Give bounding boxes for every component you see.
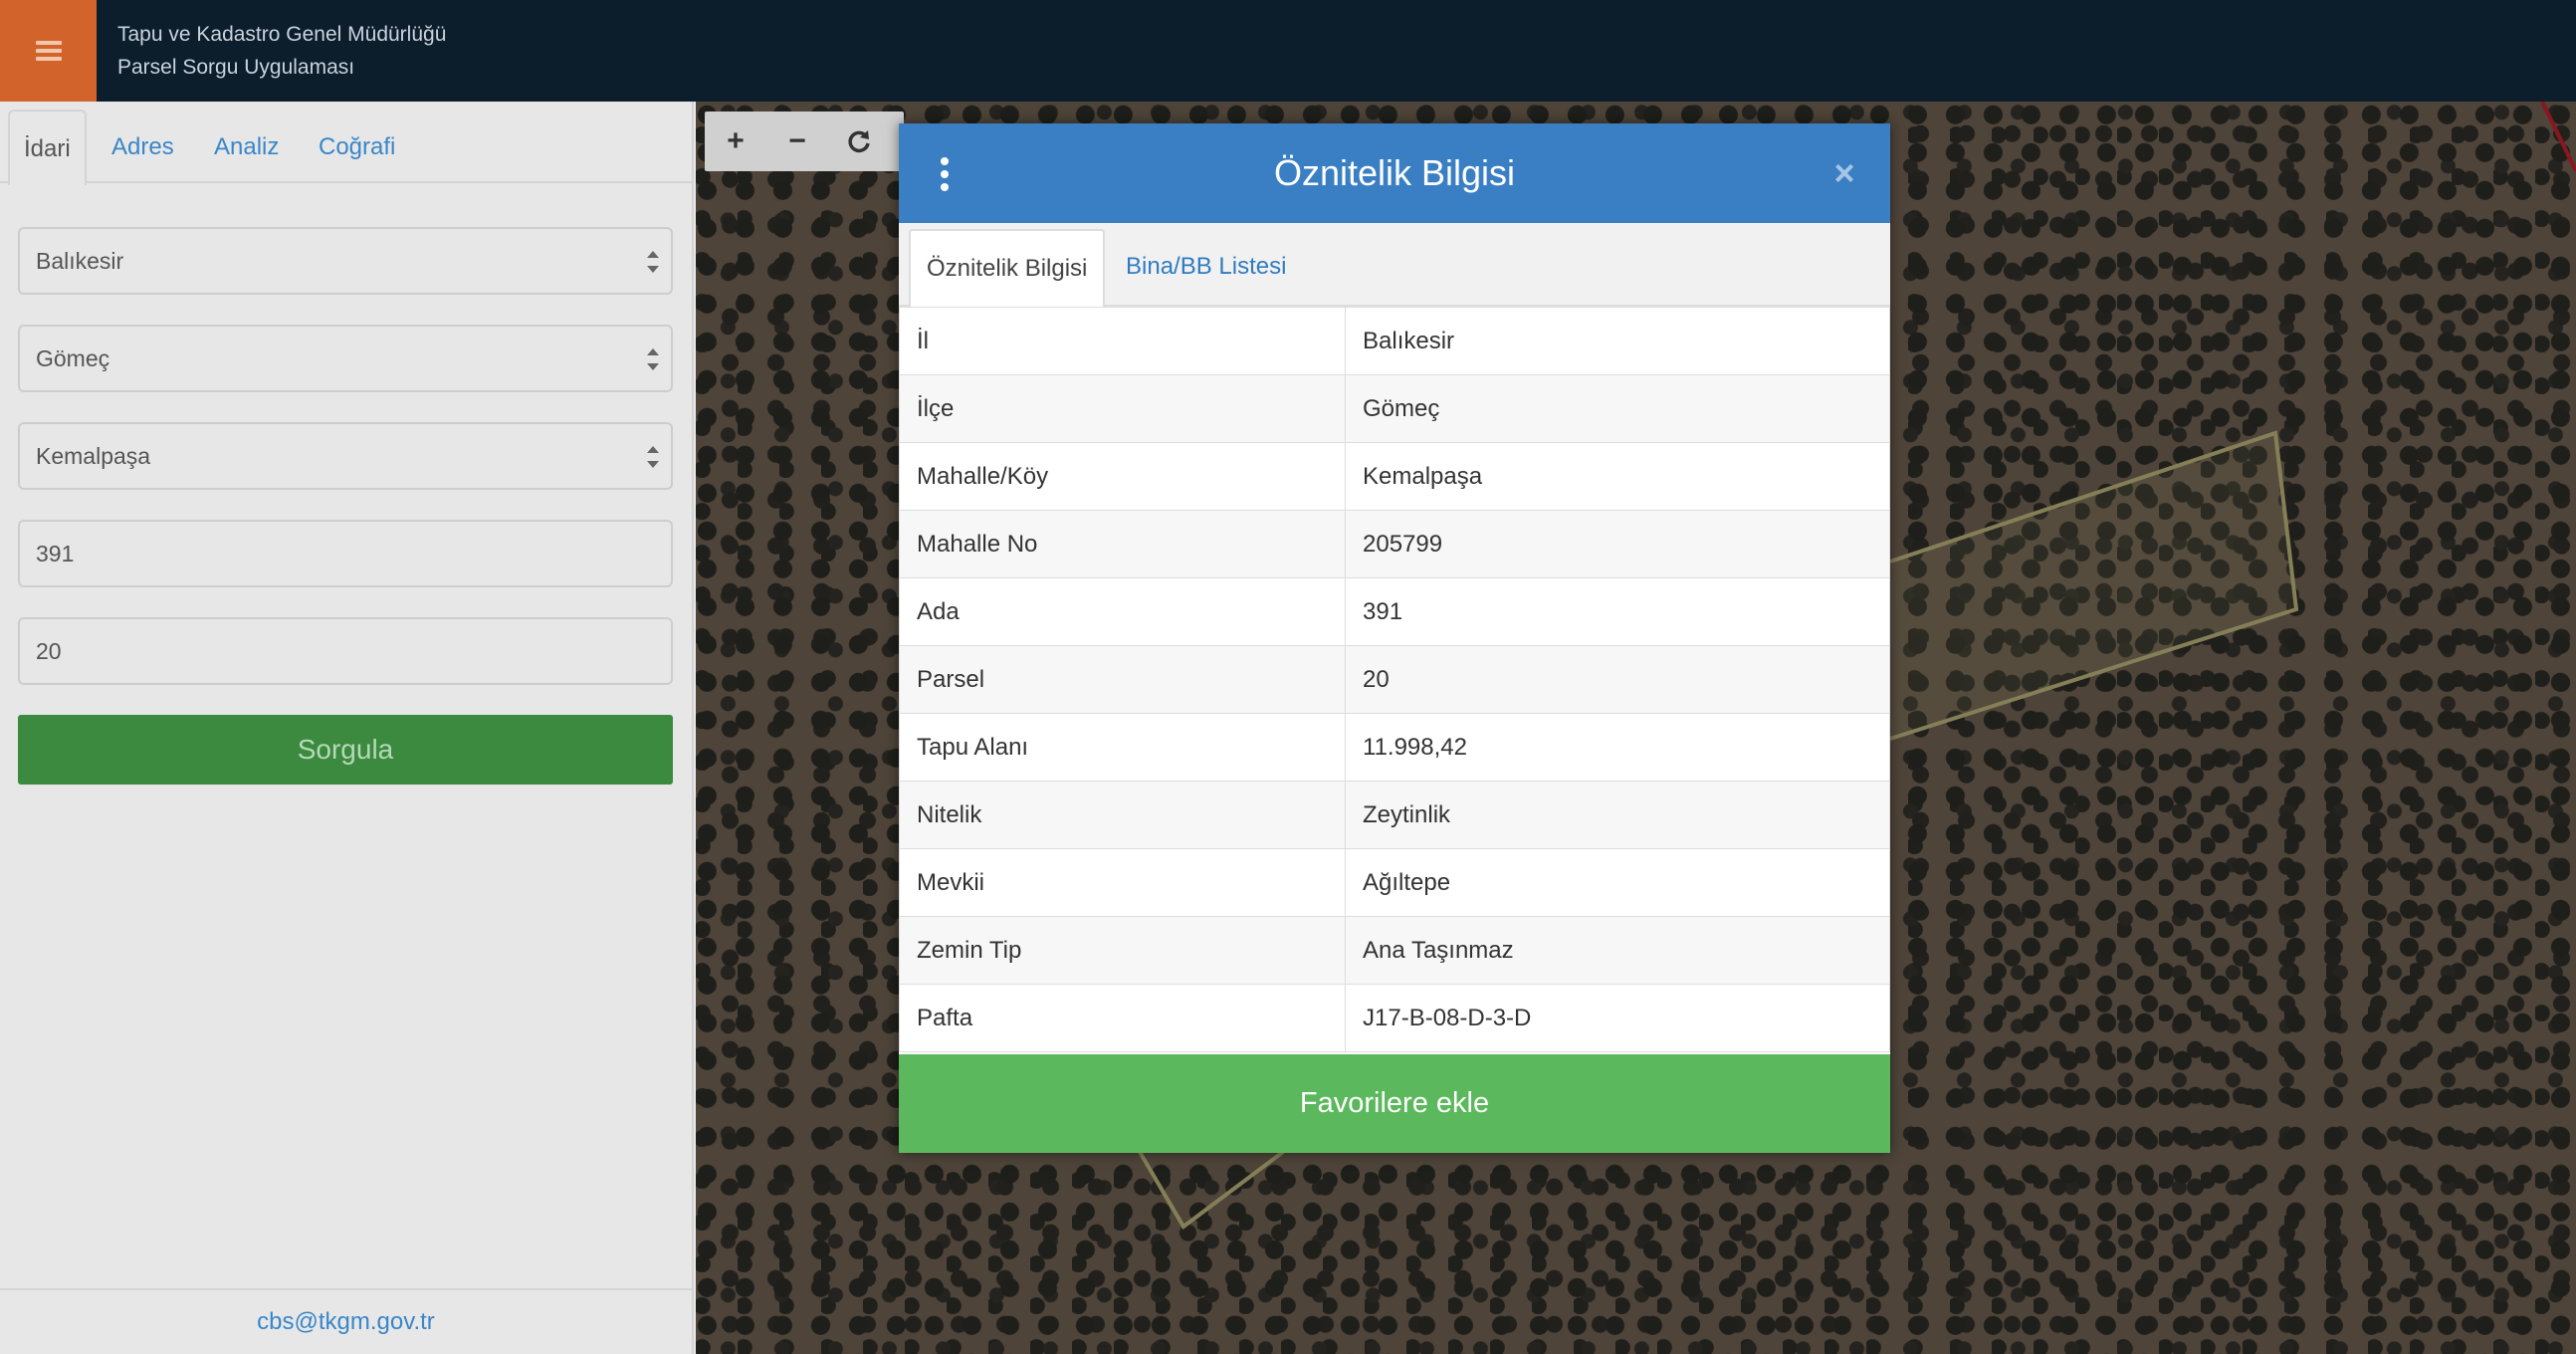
app-title-line1: Tapu ve Kadastro Genel Müdürlüğü (117, 23, 447, 46)
il-select[interactable]: Balıkesir (18, 227, 673, 295)
table-row: Nitelik Zeytinlik (899, 781, 1890, 849)
table-row: Zemin Tip Ana Taşınmaz (899, 916, 1890, 985)
dialog-title: Öznitelik Bilgisi (1273, 152, 1516, 193)
attribute-value: 205799 (1345, 510, 1890, 578)
app-title-line2: Parsel Sorgu Uygulaması (117, 56, 355, 79)
contact-email-link[interactable]: cbs@tkgm.gov.tr (0, 1288, 692, 1354)
mahalle-select-value: Kemalpaşa (36, 443, 151, 469)
add-to-favorites-button[interactable]: Favorilere ekle (899, 1054, 1890, 1153)
kebab-menu-icon[interactable] (941, 157, 949, 191)
menu-button[interactable] (0, 0, 97, 102)
app-title: Tapu ve Kadastro Genel Müdürlüğü Parsel … (117, 18, 446, 84)
attribute-value: Zeytinlik (1345, 781, 1890, 849)
attribute-key: Parsel (899, 645, 1346, 714)
il-select-value: Balıkesir (36, 248, 124, 274)
attribute-dialog: Öznitelik Bilgisi × Öznitelik Bilgisi Bi… (899, 123, 1890, 1153)
tab-adres[interactable]: Adres (111, 110, 174, 185)
attribute-value: Balıkesir (1345, 307, 1890, 375)
close-icon[interactable]: × (1825, 153, 1864, 193)
parsel-input[interactable] (18, 617, 673, 685)
attribute-key: Mahalle/Köy (899, 442, 1346, 511)
query-sidebar: İdari Adres Analiz Coğrafi Balıkesir Göm… (0, 102, 694, 1354)
attribute-key: Tapu Alanı (899, 713, 1346, 782)
table-row: Mahalle/Köy Kemalpaşa (899, 442, 1890, 511)
tab-cografi[interactable]: Coğrafi (319, 110, 395, 185)
table-row: Parsel 20 (899, 645, 1890, 714)
hamburger-icon (35, 41, 62, 61)
app-header: Tapu ve Kadastro Genel Müdürlüğü Parsel … (0, 0, 2576, 102)
ilce-select[interactable]: Gömeç (18, 325, 673, 392)
attribute-key: İlçe (899, 374, 1346, 443)
attribute-key: Mevkii (899, 848, 1346, 917)
ilce-select-value: Gömeç (36, 345, 110, 371)
refresh-button[interactable] (828, 112, 890, 171)
table-row: Tapu Alanı 11.998,42 (899, 713, 1890, 782)
attribute-value: 391 (1345, 577, 1890, 646)
attribute-value: Ana Taşınmaz (1345, 916, 1890, 985)
tab-analiz[interactable]: Analiz (214, 110, 279, 185)
dialog-tabs: Öznitelik Bilgisi Bina/BB Listesi (899, 223, 1890, 307)
tab-bina-bb-listesi[interactable]: Bina/BB Listesi (1126, 229, 1286, 307)
refresh-icon (848, 130, 870, 153)
table-row: Pafta J17-B-08-D-3-D (899, 984, 1890, 1052)
attribute-value: 20 (1345, 645, 1890, 714)
select-arrows-icon (647, 446, 659, 468)
ada-input[interactable] (18, 520, 673, 587)
sidebar-tabs: İdari Adres Analiz Coğrafi (0, 102, 692, 185)
attribute-key: Mahalle No (899, 510, 1346, 578)
map-toolbar: + − (705, 112, 904, 171)
attribute-key: Zemin Tip (899, 916, 1346, 985)
table-row: Mahalle No 205799 (899, 510, 1890, 578)
table-row: Ada 391 (899, 577, 1890, 646)
table-row: İl Balıkesir (899, 307, 1890, 375)
dialog-header: Öznitelik Bilgisi × (899, 123, 1890, 223)
attribute-key: Nitelik (899, 781, 1346, 849)
attribute-value: Ağıltepe (1345, 848, 1890, 917)
sorgula-button[interactable]: Sorgula (18, 715, 673, 785)
attribute-key: Ada (899, 577, 1346, 646)
table-row: İlçe Gömeç (899, 374, 1890, 443)
select-arrows-icon (647, 251, 659, 273)
zoom-out-button[interactable]: − (766, 112, 828, 171)
zoom-in-button[interactable]: + (705, 112, 766, 171)
attribute-value: Gömeç (1345, 374, 1890, 443)
select-arrows-icon (647, 348, 659, 370)
attribute-value: Kemalpaşa (1345, 442, 1890, 511)
mahalle-select[interactable]: Kemalpaşa (18, 422, 673, 490)
tab-idari[interactable]: İdari (8, 110, 87, 185)
tab-oznitelik-bilgisi[interactable]: Öznitelik Bilgisi (909, 229, 1106, 307)
attribute-table: İl Balıkesir İlçe Gömeç Mahalle/Köy Kemalpa… (899, 307, 1890, 1052)
attribute-key: Pafta (899, 984, 1346, 1052)
attribute-value: 11.998,42 (1345, 713, 1890, 782)
attribute-key: İl (899, 307, 1346, 375)
table-row: Mevkii Ağıltepe (899, 848, 1890, 917)
attribute-value: J17-B-08-D-3-D (1345, 984, 1890, 1052)
